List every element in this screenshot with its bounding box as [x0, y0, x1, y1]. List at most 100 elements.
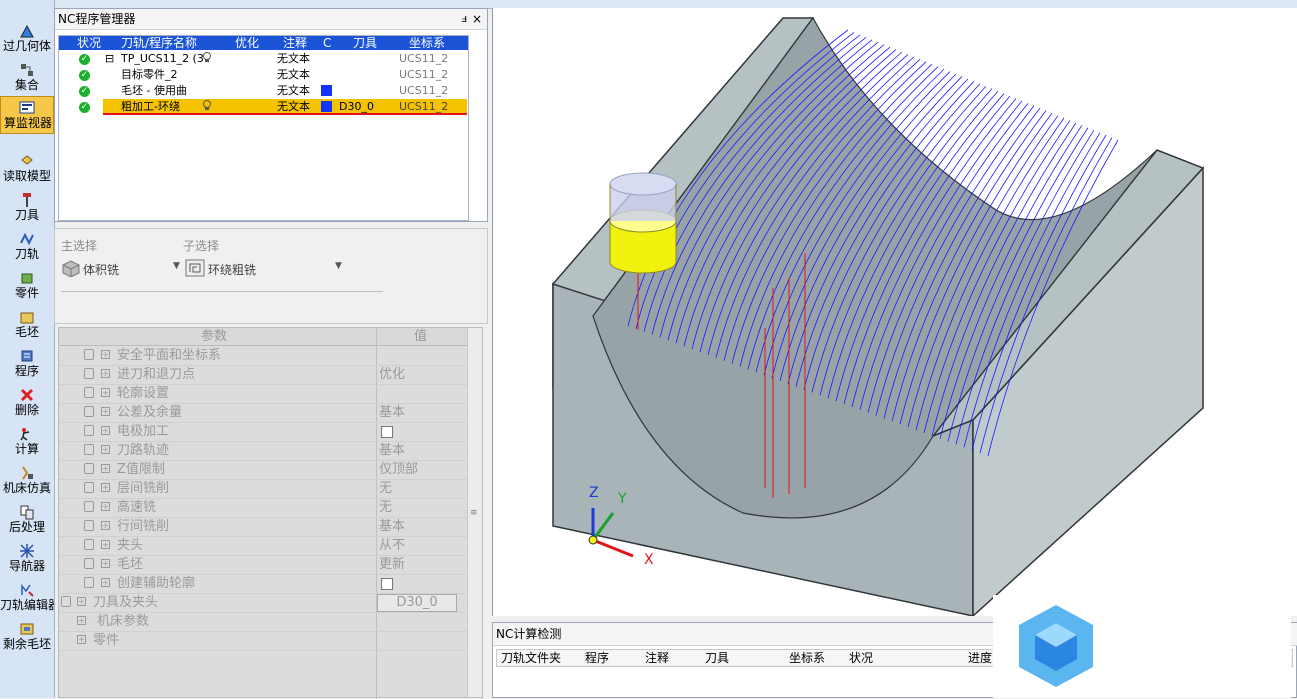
toolbar-item-monitor[interactable]: 算监视器 [0, 96, 54, 134]
toolbar-item-part[interactable]: 零件 [0, 267, 54, 303]
3d-viewport[interactable]: X Y Z [492, 8, 1297, 618]
expand-icon[interactable]: + [101, 388, 110, 397]
param-row[interactable]: + 创建辅助轮廓 [59, 574, 467, 594]
param-group-machine[interactable]: + 机床参数 [59, 612, 467, 632]
col-optimize[interactable]: 优化 [235, 36, 259, 50]
param-name: 夹头 [117, 538, 144, 553]
toolbar-item-calculate[interactable]: 计算 [0, 423, 54, 459]
param-row[interactable]: + 毛坯 更新 [59, 555, 467, 575]
lock-icon [84, 349, 94, 360]
close-icon[interactable]: × [472, 9, 482, 29]
param-row[interactable]: + Z值限制 仅顶部 [59, 460, 467, 480]
pin-icon[interactable]: ⅎ [461, 9, 467, 29]
param-row[interactable]: + 安全平面和坐标系 [59, 346, 467, 366]
nc-row-roughing[interactable]: ✓ 粗加工-环绕 无文本 D30_0 UCS11_2 [59, 99, 468, 115]
expand-icon[interactable]: + [77, 616, 86, 625]
param-group-part[interactable]: + 零件 [59, 631, 467, 651]
row-ucs: UCS11_2 [399, 84, 449, 97]
main-select-dropdown[interactable]: 体积铣 ▼ [61, 257, 181, 279]
lock-icon [84, 425, 94, 436]
nc-row-program[interactable]: ✓ ⊟ TP_UCS11_2 (3 无文本 UCS11_2 [59, 51, 468, 67]
toolbar-item-remaining-stock[interactable]: 剩余毛坯 [0, 618, 54, 654]
model-view [551, 16, 1205, 618]
param-row[interactable]: + 电极加工 [59, 422, 467, 442]
expand-icon[interactable]: + [101, 426, 110, 435]
col-status[interactable]: 状况 [849, 650, 873, 666]
expand-icon[interactable]: + [101, 578, 110, 587]
toolbar-item-tool[interactable]: 刀具 [0, 189, 54, 225]
left-toolbar: 过几何体 集合 算监视器 读取模型 刀具 刀轨 零件 毛坯 程序 删除 计算 机… [0, 0, 55, 698]
scroll-grip-icon: ≡ [470, 508, 478, 518]
expand-icon[interactable]: + [101, 407, 110, 416]
expand-icon[interactable]: ⊟ [105, 51, 114, 67]
calculate-icon [19, 426, 35, 442]
geometry-icon [19, 23, 35, 39]
param-row[interactable]: + 轮廓设置 [59, 384, 467, 404]
param-name: 电极加工 [117, 424, 170, 439]
nc-row-target-part[interactable]: ✓ 目标零件_2 无文本 UCS11_2 [59, 67, 468, 83]
param-row[interactable]: + 刀路轨迹 基本 [59, 441, 467, 461]
toolbar-item-toolpath[interactable]: 刀轨 [0, 228, 54, 264]
col-name[interactable]: 刀轨/程序名称 [121, 36, 197, 50]
toolbar-item-navigator[interactable]: 导航器 [0, 540, 54, 576]
toolbar-item-delete[interactable]: 删除 [0, 384, 54, 420]
col-comment[interactable]: 注释 [645, 650, 669, 666]
sub-select-label: 子选择 [183, 239, 220, 253]
program-icon [19, 348, 35, 364]
param-row[interactable]: + 公差及余量 基本 [59, 403, 467, 423]
bulb-icon [202, 51, 212, 68]
toolbar-item-postprocess[interactable]: 后处理 [0, 501, 54, 537]
toolbar-item-program[interactable]: 程序 [0, 345, 54, 381]
param-checkbox[interactable] [381, 578, 393, 590]
expand-icon[interactable]: + [101, 350, 110, 359]
group-name: 刀具及夹头 [93, 595, 159, 610]
col-comment[interactable]: 注释 [283, 36, 307, 50]
lock-icon [84, 406, 94, 417]
expand-icon[interactable]: + [101, 559, 110, 568]
toolbar-item-toolpath-editor[interactable]: 刀轨编辑器 [0, 579, 54, 615]
expand-icon[interactable]: + [101, 445, 110, 454]
col-tool[interactable]: 刀具 [353, 36, 377, 50]
toolbar-item-set[interactable]: 集合 [0, 59, 54, 95]
col-tool[interactable]: 刀具 [705, 650, 729, 666]
group-name: 机床参数 [97, 614, 150, 629]
param-row[interactable]: + 层间铣削 无 [59, 479, 467, 499]
lock-icon [84, 463, 94, 474]
param-checkbox[interactable] [381, 426, 393, 438]
tool-value-box[interactable]: D30_0 [377, 594, 457, 612]
lock-icon [84, 444, 94, 455]
expand-icon[interactable]: + [101, 369, 110, 378]
toolbar-item-stock[interactable]: 毛坯 [0, 306, 54, 342]
param-row[interactable]: + 进刀和退刀点 优化 [59, 365, 467, 385]
nc-row-stock[interactable]: ✓ 毛坯 - 使用曲 无文本 UCS11_2 [59, 83, 468, 99]
param-row[interactable]: + 行间铣削 基本 [59, 517, 467, 537]
col-ucs[interactable]: 坐标系 [789, 650, 825, 666]
expand-icon[interactable]: + [101, 502, 110, 511]
col-progress[interactable]: 进度 [968, 650, 992, 666]
set-icon [19, 62, 35, 78]
sub-select-dropdown[interactable]: 环绕粗铣 ▼ [185, 257, 345, 279]
expand-icon[interactable]: + [77, 597, 86, 606]
param-name: 行间铣削 [117, 519, 170, 534]
expand-icon[interactable]: + [101, 464, 110, 473]
expand-icon[interactable]: + [101, 483, 110, 492]
expand-icon[interactable]: + [101, 521, 110, 530]
toolbar-item-geometry[interactable]: 过几何体 [0, 20, 54, 56]
col-c[interactable]: C [323, 36, 331, 50]
col-toolpath-folder[interactable]: 刀轨文件夹 [501, 650, 561, 666]
col-status[interactable]: 状况 [77, 36, 101, 50]
col-ucs[interactable]: 坐标系 [409, 36, 445, 50]
expand-icon[interactable]: + [101, 540, 110, 549]
param-value: 仅顶部 [379, 462, 419, 477]
lock-icon [84, 577, 94, 588]
param-row[interactable]: + 高速铣 无 [59, 498, 467, 518]
param-row[interactable]: + 夹头 从不 [59, 536, 467, 556]
col-program[interactable]: 程序 [585, 650, 609, 666]
toolbar-item-machine-sim[interactable]: 机床仿真 [0, 462, 54, 498]
param-scrollbar[interactable]: ≡ [467, 328, 482, 697]
expand-icon[interactable]: + [77, 635, 86, 644]
nc-program-manager: NC程序管理器 ⅎ × 状况 刀轨/程序名称 优化 注释 C 刀具 坐标系 ✓ … [54, 8, 488, 222]
param-group-tool[interactable]: + 刀具及夹头 D30_0 [59, 593, 467, 613]
y-axis-label: Y [618, 491, 627, 507]
toolbar-item-read-model[interactable]: 读取模型 [0, 150, 54, 186]
